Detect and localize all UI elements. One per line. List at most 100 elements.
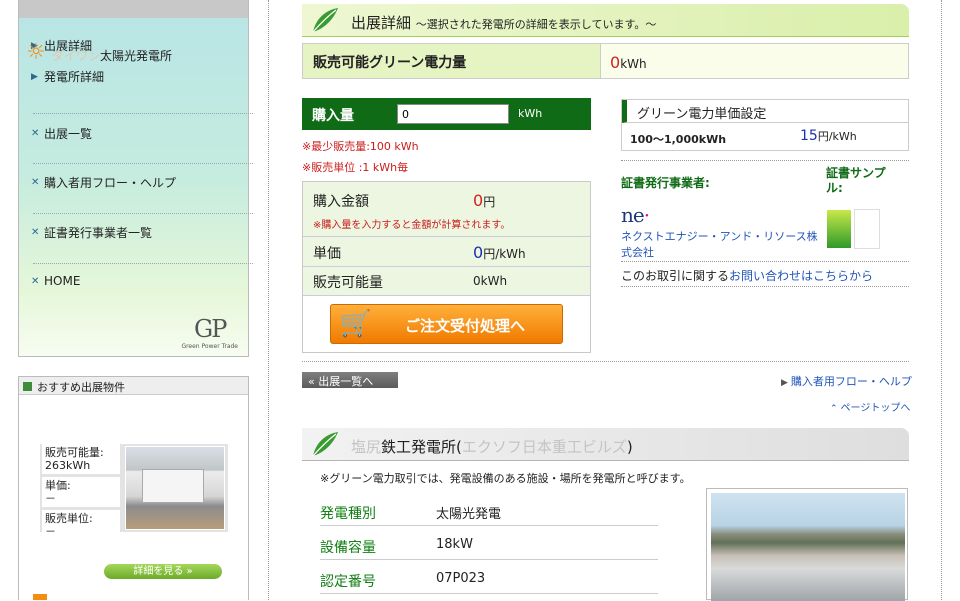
logo-dot-icon: · [643, 203, 650, 227]
order-button[interactable]: 🛒 ご注文受付処理へ [330, 304, 563, 344]
chevron-right-icon: ▶ [31, 71, 38, 82]
buyer-help-link[interactable]: ▶ 購入者用フロー・ヘルプ [781, 373, 912, 389]
recommended-title[interactable]: ダイワン太陽光発電所 [52, 47, 172, 64]
sidebar-divider [33, 213, 253, 214]
recommended-info-row: 単価: － [42, 477, 120, 507]
available-row: 販売可能量 0kWh [303, 267, 590, 296]
contact-link[interactable]: お問い合わせはこちらから [729, 269, 873, 283]
section-title-text: 出展詳細 [351, 14, 412, 32]
sidebar-item-issuers[interactable]: ✕ 証書発行事業者一覧 [31, 224, 152, 241]
plant-title-text: 鉄工発電所 [381, 438, 457, 456]
sidebar-item-label: 出展一覧 [44, 127, 93, 141]
certificate-cover [826, 209, 852, 249]
unit-price-value: 0円/kWh [473, 243, 526, 262]
plant-title-prefix: 塩尻 [351, 438, 382, 456]
recommended-info-column: 販売可能量: 263kWh 単価: － 販売単位: － [42, 444, 120, 543]
sidebar-divider [33, 263, 253, 264]
gp-logo: GP Green Power Trade [181, 315, 238, 350]
sun-icon [33, 594, 47, 600]
chevron-right-icon: ▶ [781, 378, 788, 388]
plant-note: ※グリーン電力取引では、発電設備のある施設・場所を発電所と呼びます。 [320, 472, 691, 485]
recommended-info-value: － [45, 492, 56, 505]
certificate-page [854, 209, 880, 249]
spec-value: 太陽光発電 [436, 507, 502, 522]
spec-value: 07P023 [436, 571, 486, 586]
plant-title: 塩尻鉄工発電所(エクソフ日本重工ビルズ) [351, 436, 633, 457]
sidebar-item-label: 購入者用フロー・ヘルプ [44, 176, 177, 190]
plant-title-suffix: エクソフ日本重工ビルズ [461, 438, 627, 456]
sidebar-item-label: 証書発行事業者一覧 [44, 226, 153, 240]
unit-price-unit: 円/kWh [483, 247, 526, 261]
sidebar-item-label: 発電所詳細 [44, 70, 105, 84]
spec-row: 発電種別 太陽光発電 [320, 497, 658, 526]
detail-button[interactable]: 詳細を見る » [104, 564, 222, 579]
plant-title-paren: ) [626, 438, 633, 456]
certificate-sample-image[interactable] [826, 209, 881, 249]
recommended-header: おすすめ出展物件 [19, 377, 248, 395]
issuer-logo-text: ne [621, 203, 645, 227]
sidebar-item-plant-detail[interactable]: ▶ 発電所詳細 [31, 68, 104, 85]
spec-row: 設備容量 18kW [320, 531, 658, 560]
quantity-unit: kWh [518, 107, 543, 120]
plant-section-header: 塩尻鉄工発電所(エクソフ日本重工ビルズ) [302, 428, 909, 461]
divider [621, 160, 909, 161]
logo-mark: GP [194, 315, 227, 343]
recommended-info-label: 単価: [45, 479, 71, 492]
contact-prefix: このお取引に関する [621, 269, 730, 283]
spec-row: 認定番号 07P023 [320, 565, 658, 594]
cart-icon: 🛒 [339, 309, 373, 339]
recommended-info-label: 販売可能量: [45, 446, 104, 459]
double-chevron-left-icon: « [308, 375, 315, 388]
quantity-input[interactable] [397, 104, 509, 124]
recommended-info-value: 263kWh [45, 459, 91, 472]
price-unit: 円/kWh [817, 130, 857, 143]
recommended-info-label: 販売単位: [45, 512, 93, 525]
sale-unit-note: ※販売単位 :1 kWh毎 [302, 161, 409, 174]
leaf-icon [312, 432, 338, 457]
page-top-link[interactable]: ⌃ ページトップへ [830, 399, 910, 414]
issuer-link[interactable]: ネクストエナジー・アンド・リソース株式会社 [621, 228, 821, 260]
recommended-photo[interactable] [125, 446, 225, 530]
page-top-label: ページトップへ [840, 403, 911, 414]
back-button-label: 出展一覧へ [318, 375, 374, 388]
amount-label: 購入金額 [313, 194, 369, 210]
spec-value: 18kW [436, 537, 473, 552]
plant-photo [706, 488, 908, 601]
sidebar-item-home[interactable]: ✕ HOME [31, 274, 80, 288]
recommended-info: 販売可能量: 263kWh 単価: － 販売単位: － [40, 444, 228, 540]
sidebar-topbar [19, 0, 248, 18]
sidebar-item-label: HOME [44, 274, 81, 288]
recommended-title-text: 太陽光発電所 [100, 49, 173, 63]
help-link-label: 購入者用フロー・ヘルプ [790, 375, 912, 388]
sidebar-divider [33, 163, 253, 164]
available-row-label: 販売可能量 [313, 275, 383, 291]
sidebar-item-buyer-help[interactable]: ✕ 購入者用フロー・ヘルプ [31, 174, 176, 191]
column-divider-left [268, 0, 269, 600]
price-value: 15円/kWh [800, 128, 857, 144]
price-range: 100～1,000kWh [630, 133, 727, 146]
column-divider-right [941, 0, 942, 600]
chevron-right-icon: » [186, 566, 193, 577]
available-unit: kWh [620, 57, 647, 71]
unit-price-number: 0 [473, 243, 484, 262]
divider [621, 286, 909, 287]
contact-line: このお取引に関するお問い合わせはこちらから [621, 267, 873, 284]
recommended-info-row: 販売可能量: 263kWh [42, 444, 120, 474]
cross-bullet-icon: ✕ [31, 177, 40, 188]
sidebar-divider [33, 113, 253, 114]
price-setting-box: グリーン電力単価設定 100～1,000kWh 15円/kWh [621, 99, 909, 151]
building-image [142, 469, 204, 503]
order-button-label: ご注文受付処理へ [405, 317, 526, 335]
sidebar-item-listings[interactable]: ✕ 出展一覧 [31, 125, 92, 142]
back-to-listings-button[interactable]: « 出展一覧へ [302, 372, 398, 388]
available-row-value: 0kWh [473, 274, 508, 288]
sun-icon: ☼ [26, 40, 46, 65]
section-subtitle: ～選択された発電所の詳細を表示しています。～ [415, 18, 657, 31]
price-number: 15 [800, 128, 818, 144]
issuer-logo: ne· [621, 203, 650, 227]
available-number: 0 [610, 53, 621, 72]
amount-value: 0円 [473, 191, 495, 210]
logo-caption: Green Power Trade [181, 343, 238, 350]
min-sale-note: ※最少販売量:100 kWh [302, 140, 419, 153]
amount-unit: 円 [483, 195, 496, 209]
